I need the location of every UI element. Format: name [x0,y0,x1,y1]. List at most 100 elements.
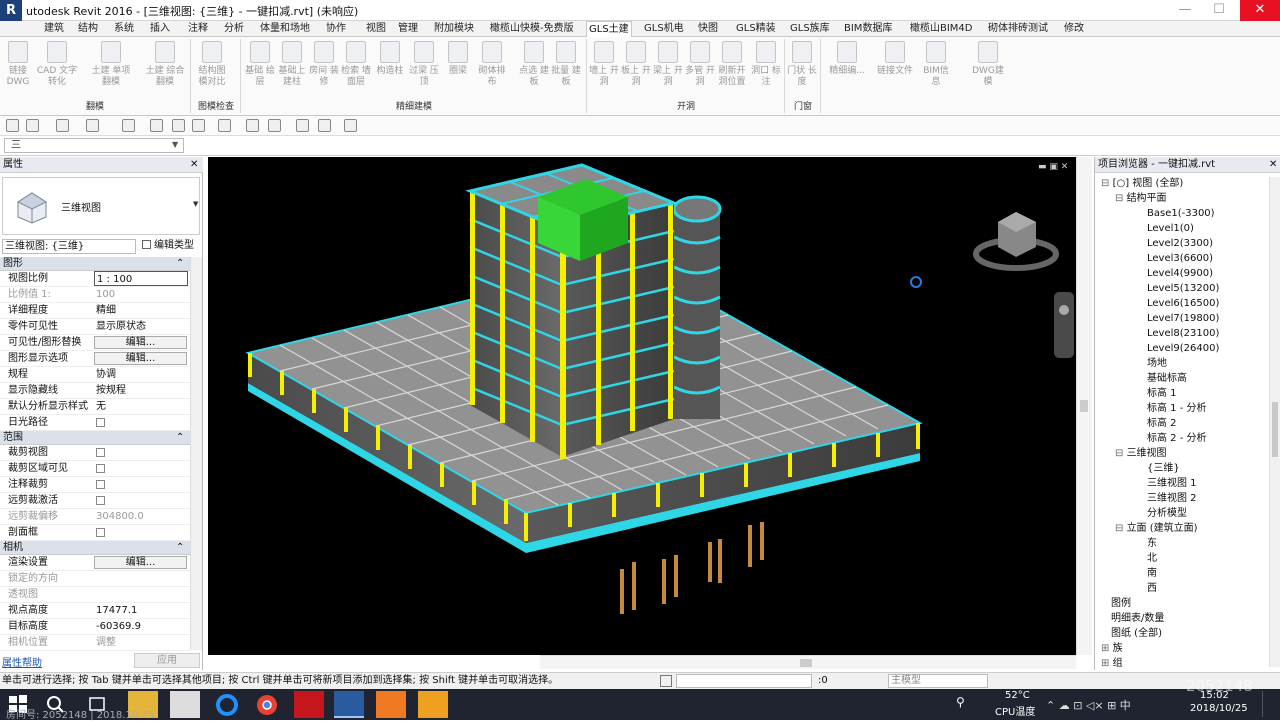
property-checkbox[interactable] [96,464,105,473]
browser-item[interactable]: 标高 2 - 分析 [1097,432,1267,447]
undo-icon[interactable] [56,119,69,132]
revit-logo-icon[interactable]: R [0,0,22,21]
tab-7[interactable]: 协作 [324,21,348,37]
browser-item[interactable]: 图纸 (全部) [1097,627,1267,642]
browser-item[interactable]: 基础标高 [1097,372,1267,387]
section-icon[interactable] [246,119,259,132]
tab-13[interactable]: GLS机电 [642,21,686,37]
ribbon-tool-0[interactable]: 链接 DWG [2,39,34,99]
section-graphics[interactable]: 图形 ⌃ [0,257,190,271]
3d-icon[interactable] [218,119,231,132]
tree-toggle-icon[interactable]: ⊟ [1115,193,1127,204]
tab-0[interactable]: 建筑 [42,21,66,37]
tab-16[interactable]: GLS族库 [788,21,832,37]
ribbon-tool-5[interactable]: 基础 绘层 [244,39,276,99]
property-checkbox[interactable] [96,448,105,457]
section-camera[interactable]: 相机 ⌃ [0,541,190,555]
tree-toggle-icon[interactable]: ⊟ [1115,523,1127,534]
browser-item[interactable]: Level4(9900) [1097,267,1267,282]
ribbon-tool-17[interactable]: 梁上 开洞 [652,39,684,99]
hscroll-thumb[interactable] [800,659,812,667]
worksharing-icon[interactable] [660,675,672,687]
ribbon-tool-19[interactable]: 刷新开 洞位置 [716,39,748,99]
switch-windows-icon[interactable] [296,119,309,132]
browser-item[interactable]: 北 [1097,552,1267,567]
browser-item[interactable]: 三维视图 2 [1097,492,1267,507]
ribbon-tool-21[interactable]: 门状 长度 [786,39,818,99]
tab-3[interactable]: 插入 [148,21,172,37]
ribbon-tool-13[interactable]: 点选 建板 [518,39,550,99]
ribbon-tool-12[interactable]: 砌体排布 [476,39,508,99]
type-preview[interactable]: 三维视图 ▼ [2,177,200,235]
collapse-icon[interactable]: ⌃ [176,541,184,554]
tree-toggle-icon[interactable]: ⊟ [1101,178,1113,189]
browser-item[interactable]: Level9(26400) [1097,342,1267,357]
browser-item[interactable]: ⊟ 结构平面 [1097,192,1267,207]
tab-8[interactable]: 视图 [364,21,388,37]
properties-help-link[interactable]: 属性帮助 [2,654,42,669]
tab-2[interactable]: 系统 [112,21,136,37]
tab-12[interactable]: GLS土建 [586,21,632,37]
browser-item[interactable]: Level8(23100) [1097,327,1267,342]
browser-scrollbar[interactable] [1269,177,1280,667]
ribbon-tool-10[interactable]: 过梁 压顶 [408,39,440,99]
ribbon-tool-24[interactable]: BIM信息 [920,39,952,99]
design-option-dropdown[interactable]: 主模型 [888,674,988,688]
viewport-horizontal-scrollbar[interactable] [540,655,1076,669]
ribbon-tool-9[interactable]: 构造柱 [374,39,406,99]
browser-item[interactable]: 场地 [1097,357,1267,372]
properties-scrollbar[interactable] [190,257,202,650]
ribbon-tool-22[interactable]: 精细编... [824,39,870,99]
browser-item[interactable]: 明细表/数量 [1097,612,1267,627]
ribbon-tool-4[interactable]: 结构图 模对比 [196,39,228,99]
tab-17[interactable]: BIM数据库 [842,21,894,37]
browser-item[interactable]: 南 [1097,567,1267,582]
property-checkbox[interactable] [96,496,105,505]
ribbon-tool-3[interactable]: 土建 综合翻模 [142,39,188,99]
property-edit-button[interactable]: 编辑... [94,556,187,569]
tab-4[interactable]: 注释 [186,21,210,37]
maximize-button[interactable]: ☐ [1202,0,1236,21]
ribbon-tool-8[interactable]: 检索 墙面层 [340,39,372,99]
tab-14[interactable]: 快图 [696,21,720,37]
minimize-button[interactable]: — [1168,0,1202,21]
ribbon-tool-23[interactable]: 链接文件 [872,39,918,99]
tag-icon[interactable] [172,119,185,132]
browser-item[interactable]: Level5(13200) [1097,282,1267,297]
redo-icon[interactable] [86,119,99,132]
tab-15[interactable]: GLS精装 [734,21,778,37]
property-checkbox[interactable] [96,418,105,427]
property-value[interactable]: 1 : 100 [94,271,188,286]
collapse-icon[interactable]: ⌃ [176,431,184,444]
3d-viewport[interactable]: ▬ ▣ ✕ [208,157,1076,655]
tab-6[interactable]: 体量和场地 [258,21,312,37]
sync-icon[interactable] [26,119,39,132]
tab-1[interactable]: 结构 [76,21,100,37]
tree-toggle-icon[interactable]: ⊞ [1101,658,1113,667]
text-icon[interactable] [192,119,205,132]
tab-9[interactable]: 管理 [396,21,420,37]
autocad-icon[interactable] [294,691,324,718]
ribbon-tool-1[interactable]: CAD 文字转化 [34,39,80,99]
browser-item[interactable]: 分析模型 [1097,507,1267,522]
browser-item[interactable]: 标高 1 - 分析 [1097,402,1267,417]
ribbon-tool-18[interactable]: 多管 开洞 [684,39,716,99]
ribbon-tool-6[interactable]: 基础上 建柱 [276,39,308,99]
measure-icon[interactable] [122,119,135,132]
property-edit-button[interactable]: 编辑... [94,336,187,349]
browser-close-icon[interactable]: ✕ [1269,157,1277,172]
steering-wheel-icon[interactable] [1059,305,1069,315]
instance-filter-dropdown[interactable]: 三维视图: {三维} [2,239,136,254]
section-extents[interactable]: 范围 ⌃ [0,431,190,445]
ribbon-tool-16[interactable]: 板上 开洞 [620,39,652,99]
ribbon-tool-2[interactable]: 土建 单项翻模 [88,39,134,99]
browser-item[interactable]: ⊟ 三维视图 [1097,447,1267,462]
network-icon[interactable]: ⚲ [956,695,972,711]
close-hidden-icon[interactable] [318,119,331,132]
edge-browser-icon[interactable] [212,691,242,718]
ribbon-tool-15[interactable]: 墙上 开洞 [588,39,620,99]
browser-item[interactable]: Level3(6600) [1097,252,1267,267]
type-dropdown-icon[interactable]: ▼ [193,200,198,208]
browser-item[interactable]: ⊟ [○] 视图 (全部) [1097,177,1267,192]
browser-item[interactable]: 标高 1 [1097,387,1267,402]
